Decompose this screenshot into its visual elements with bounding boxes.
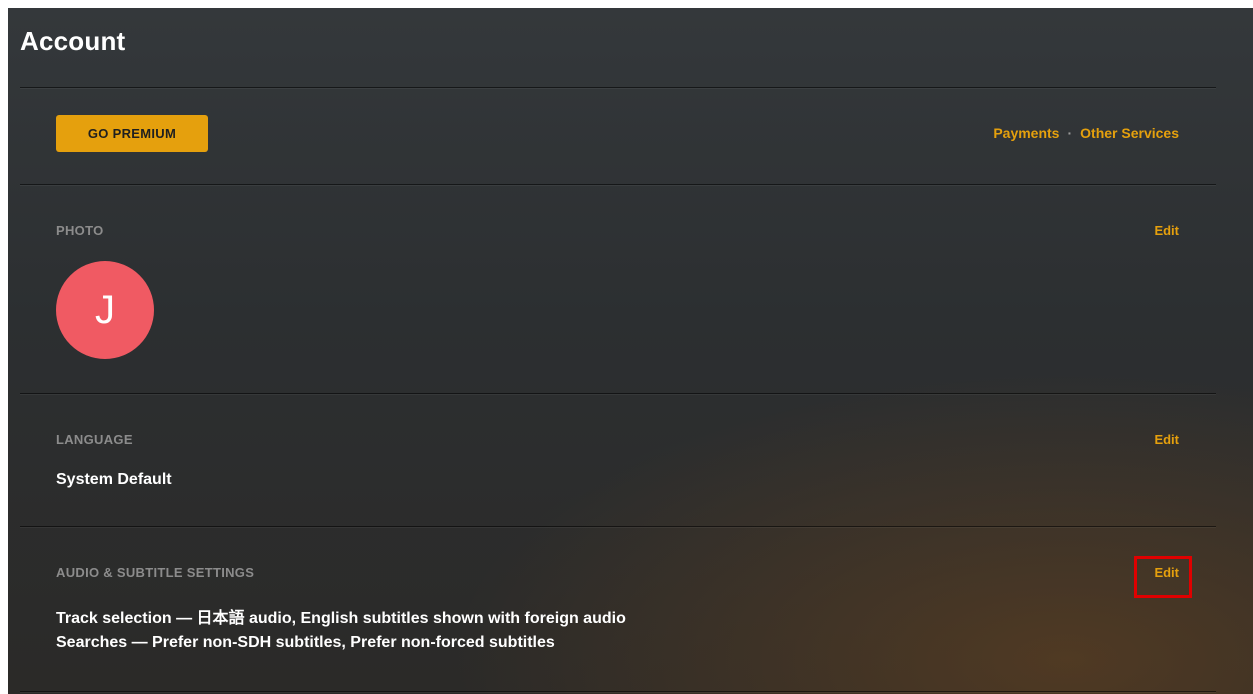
divider: [20, 184, 1216, 185]
account-links: Payments · Other Services: [993, 125, 1179, 141]
photo-edit-link[interactable]: Edit: [1154, 223, 1179, 238]
divider: [20, 691, 1216, 692]
divider: [20, 526, 1216, 527]
photo-section-label: PHOTO: [56, 223, 104, 238]
language-value: System Default: [56, 471, 172, 488]
link-separator: ·: [1067, 125, 1073, 141]
language-section-label: LANGUAGE: [56, 432, 133, 447]
track-selection-text: Track selection — 日本語 audio, English sub…: [56, 610, 626, 627]
divider: [20, 87, 1216, 88]
payments-link[interactable]: Payments: [993, 125, 1059, 141]
audio-subtitle-section-label: AUDIO & SUBTITLE SETTINGS: [56, 565, 255, 580]
searches-text: Searches — Prefer non-SDH subtitles, Pre…: [56, 634, 555, 651]
account-panel: Account GO PREMIUM Payments · Other Servic…: [8, 8, 1253, 694]
avatar[interactable]: J: [56, 261, 154, 359]
page-title: Account: [20, 26, 126, 56]
highlight-box: [1134, 556, 1192, 598]
other-services-link[interactable]: Other Services: [1080, 125, 1179, 141]
go-premium-button[interactable]: GO PREMIUM: [56, 115, 208, 152]
language-edit-link[interactable]: Edit: [1154, 432, 1179, 447]
avatar-letter: J: [95, 287, 115, 332]
divider: [20, 393, 1216, 394]
